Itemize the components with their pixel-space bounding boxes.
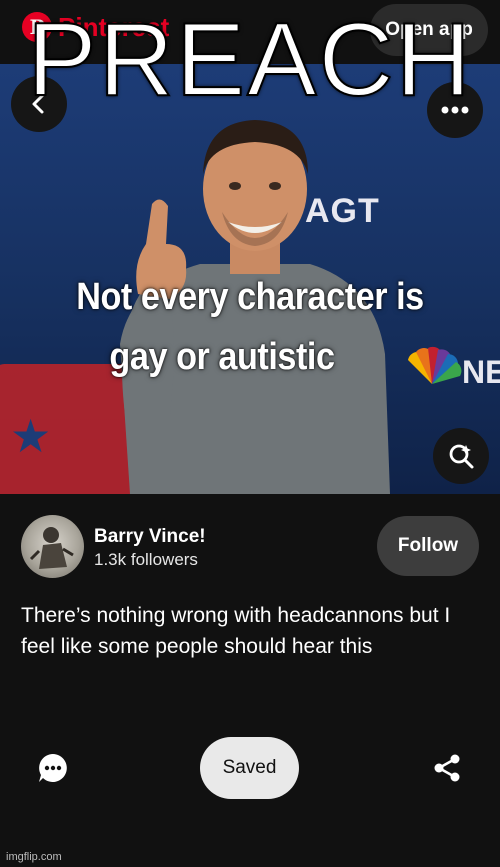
creator-name[interactable]: Barry Vince! bbox=[94, 526, 206, 548]
lens-search-icon bbox=[449, 444, 474, 469]
creator-avatar[interactable] bbox=[21, 515, 84, 578]
watermark: imgflip.com bbox=[6, 851, 62, 863]
avatar-figure-icon bbox=[29, 527, 74, 569]
pin-description: There’s nothing wrong with headcannons b… bbox=[21, 604, 451, 658]
share-icon bbox=[434, 754, 460, 782]
visual-search-button[interactable] bbox=[433, 428, 489, 484]
follow-button[interactable]: Follow bbox=[377, 516, 479, 576]
overlay-caption: PREACH bbox=[26, 2, 473, 118]
share-button[interactable] bbox=[427, 748, 467, 788]
saved-button[interactable]: Saved bbox=[200, 737, 299, 799]
comment-button[interactable] bbox=[33, 748, 73, 788]
meme-caption-line-2: gay or autistic bbox=[109, 336, 335, 378]
follower-count: 1.3k followers bbox=[94, 550, 198, 569]
comment-icon bbox=[39, 754, 67, 782]
pin-details: Barry Vince! 1.3k followers Follow There… bbox=[0, 494, 500, 867]
network-text: NE bbox=[462, 354, 500, 390]
star-icon: ★ bbox=[10, 410, 52, 462]
meme-caption-line-1: Not every character is bbox=[76, 276, 424, 318]
pin-image[interactable]: ★ AGT NE Not every character is gay or a… bbox=[0, 64, 500, 494]
